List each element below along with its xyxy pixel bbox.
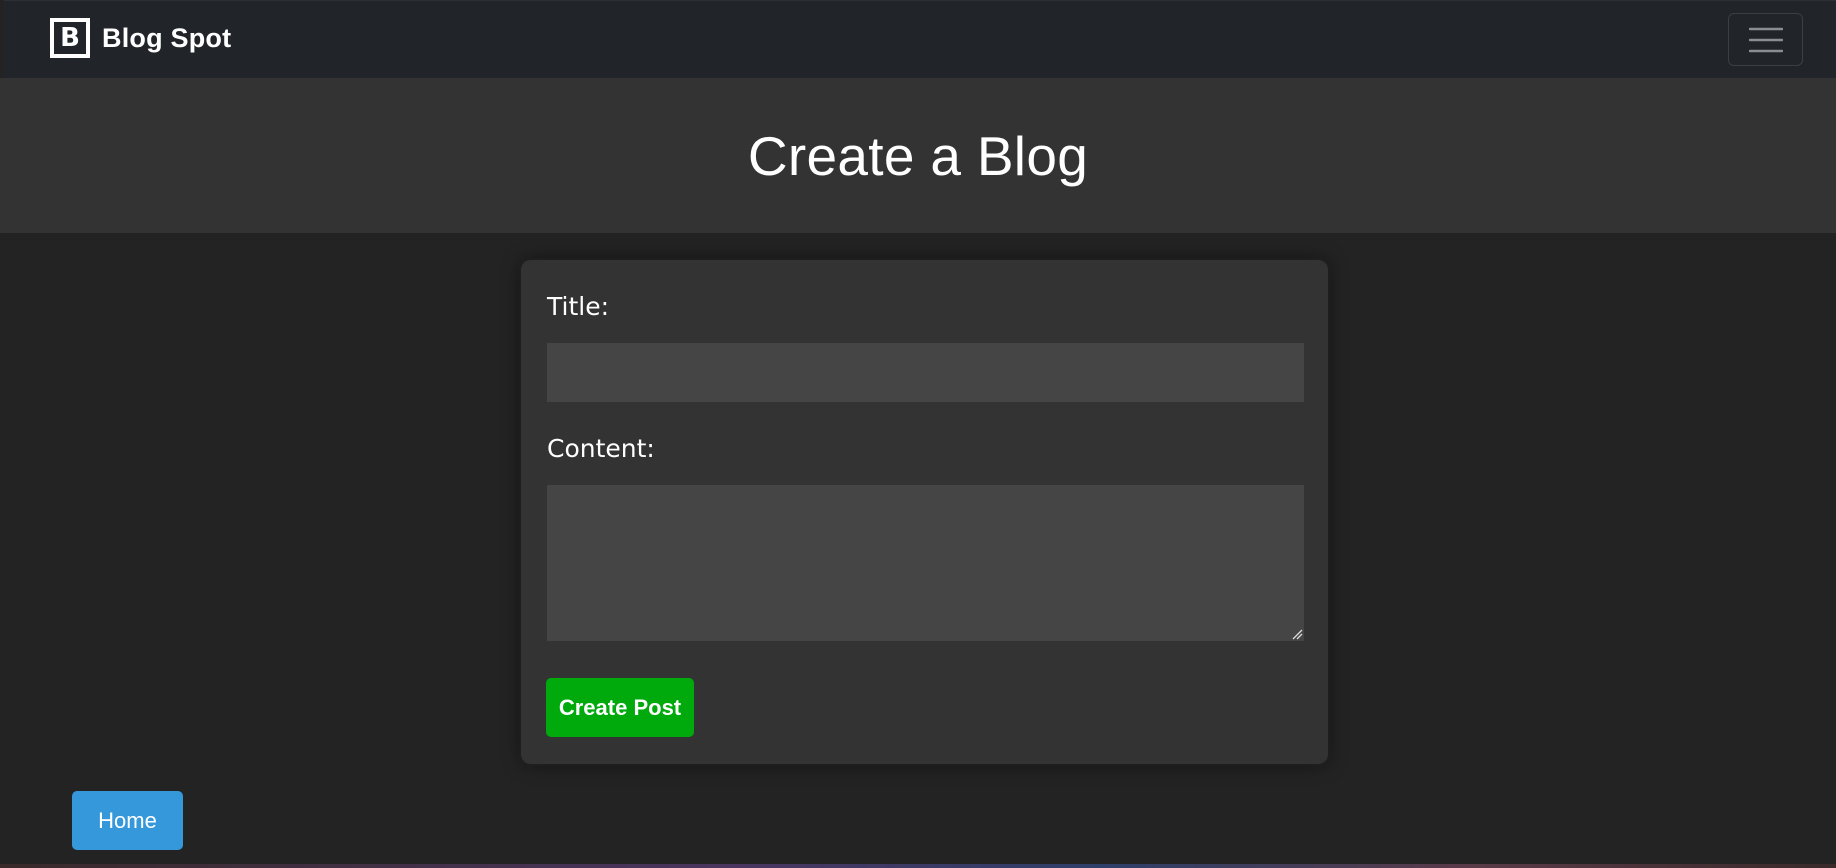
hamburger-menu-icon [1748, 27, 1783, 52]
brand-link[interactable]: B Blog Spot [50, 18, 231, 58]
window-bottom-edge [0, 864, 1836, 868]
title-input[interactable] [547, 343, 1304, 402]
navbar-toggler-button[interactable] [1728, 13, 1803, 66]
home-button[interactable]: Home [72, 791, 183, 850]
brand-logo-letter: B [54, 22, 86, 54]
content-label: Content: [547, 434, 655, 463]
page-header: Create a Blog [0, 78, 1836, 233]
brand-logo-icon: B [50, 18, 90, 58]
create-post-button[interactable]: Create Post [546, 678, 694, 737]
brand-name: Blog Spot [102, 22, 232, 53]
page-title: Create a Blog [747, 124, 1089, 187]
resize-handle-icon[interactable] [1291, 628, 1303, 640]
navbar: B Blog Spot [4, 0, 1836, 78]
create-post-form: Title: Content: Create Post [521, 260, 1328, 764]
content-textarea[interactable] [547, 485, 1304, 641]
title-label: Title: [547, 292, 609, 321]
